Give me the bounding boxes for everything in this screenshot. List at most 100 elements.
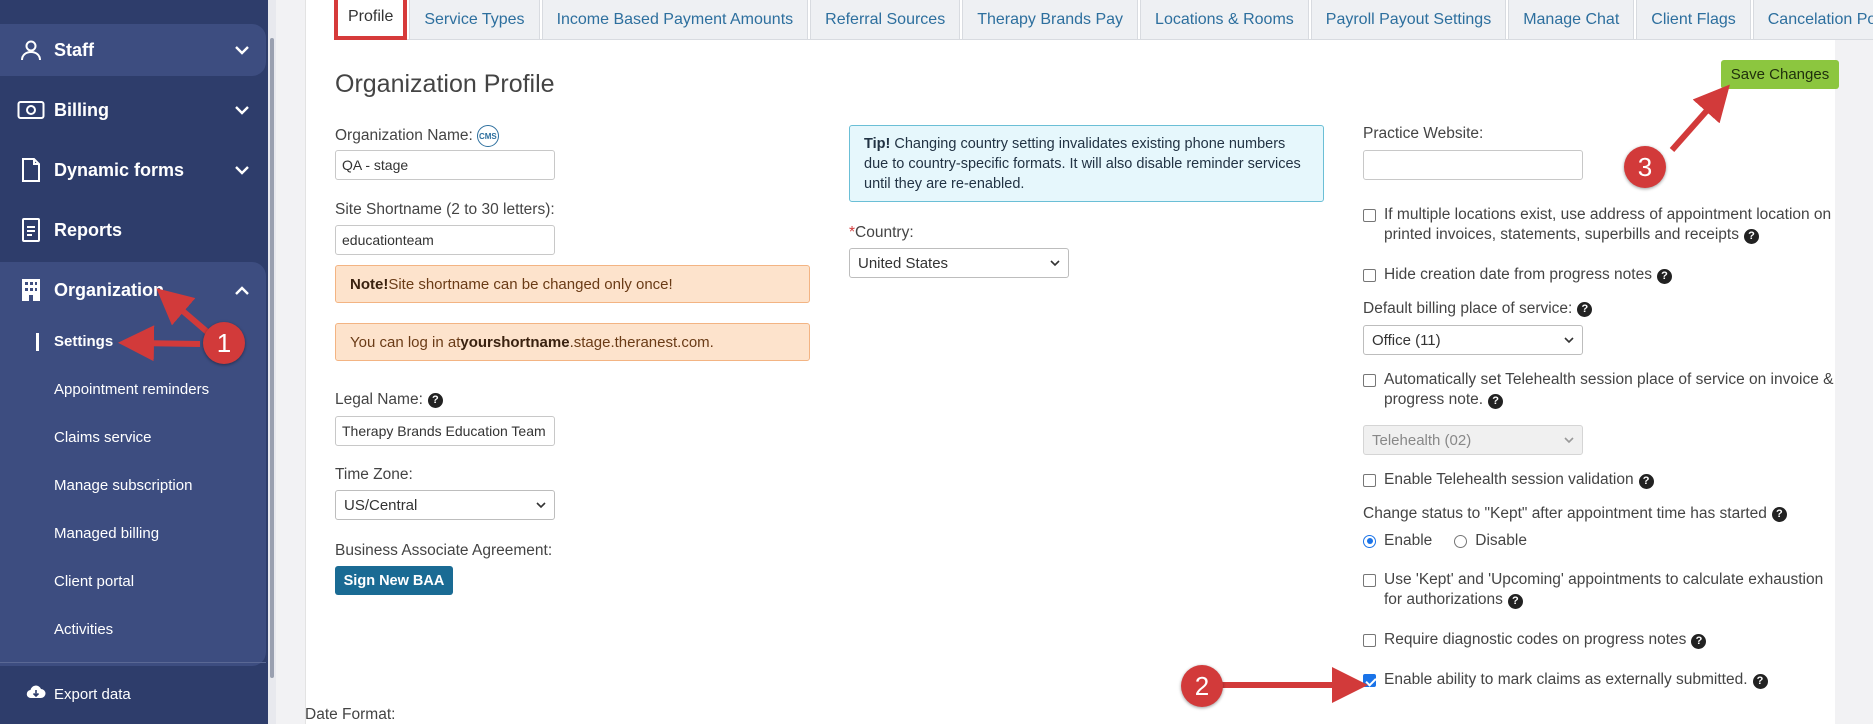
timezone-select[interactable]: US/Central — [335, 490, 555, 520]
tab-cancelation-policy[interactable]: Cancelation Policy — [1752, 0, 1873, 40]
help-icon[interactable]: ? — [1752, 673, 1768, 689]
sign-new-baa-button[interactable]: Sign New BAA — [335, 566, 453, 595]
country-select[interactable]: United States — [849, 248, 1069, 278]
help-icon[interactable]: ? — [1488, 393, 1504, 409]
page-title: Organization Profile — [335, 70, 555, 98]
document-icon — [16, 155, 46, 185]
tip-text: Changing country setting invalidates exi… — [864, 136, 1301, 192]
hide-creation-date-text: Hide creation date from progress notes? — [1384, 265, 1672, 285]
disable-radio[interactable] — [1454, 534, 1468, 548]
shortname-input[interactable]: educationteam — [335, 225, 555, 255]
tab-locations-rooms[interactable]: Locations & Rooms — [1140, 0, 1309, 40]
tab-client-flags[interactable]: Client Flags — [1636, 0, 1751, 40]
sidebar-item-organization[interactable]: Organization — [0, 264, 266, 316]
chevron-down-icon — [232, 100, 252, 120]
require-diag-label: Require diagnostic codes on progress not… — [1384, 631, 1687, 648]
multiple-locations-text: If multiple locations exist, use address… — [1384, 205, 1843, 245]
org-name-input[interactable]: QA - stage — [335, 150, 555, 180]
telehealth-validation-checkbox[interactable] — [1363, 474, 1376, 487]
hide-creation-date-checkbox[interactable] — [1363, 269, 1376, 282]
sidebar-item-billing[interactable]: Billing — [0, 84, 266, 136]
tab-referral-sources[interactable]: Referral Sources — [810, 0, 961, 40]
telehealth-validation-option[interactable]: Enable Telehealth session validation? — [1363, 470, 1843, 490]
save-changes-button[interactable]: Save Changes — [1721, 60, 1839, 89]
tab-manage-chat[interactable]: Manage Chat — [1508, 0, 1635, 40]
date-format-label: Date Format: — [305, 706, 396, 723]
sidebar-subitem-claims-service[interactable]: Claims service — [54, 429, 152, 446]
baa-label: Business Associate Agreement: — [335, 542, 553, 559]
legal-name-label-text: Legal Name: — [335, 391, 423, 408]
country-label: * Country: — [849, 224, 914, 242]
mark-claims-option[interactable]: Enable ability to mark claims as externa… — [1363, 670, 1843, 690]
kept-upcoming-checkbox[interactable] — [1363, 574, 1376, 587]
telehealth-pos-checkbox[interactable] — [1363, 374, 1376, 387]
disable-radio-label[interactable]: Disable — [1475, 532, 1527, 550]
sidebar-subitem-activities[interactable]: Activities — [54, 621, 113, 638]
enable-radio-label[interactable]: Enable — [1384, 532, 1432, 550]
website-label: Practice Website: — [1363, 125, 1484, 142]
multiple-locations-checkbox[interactable] — [1363, 209, 1376, 222]
tab-payroll-payout-settings[interactable]: Payroll Payout Settings — [1310, 0, 1507, 40]
sidebar-subitem-client-portal[interactable]: Client portal — [54, 573, 134, 590]
mark-claims-checkbox[interactable] — [1363, 674, 1376, 687]
org-name-label: Organization Name: CMS — [335, 125, 499, 147]
telehealth-pos-text: Automatically set Telehealth session pla… — [1384, 370, 1843, 410]
kept-status-label: Change status to "Kept" after appointmen… — [1363, 505, 1787, 523]
chevron-down-icon — [1564, 437, 1574, 444]
sidebar-subitem-manage-subscription[interactable]: Manage subscription — [54, 477, 192, 494]
sidebar: Staff Billing Dynamic forms Reports Orga… — [0, 0, 276, 724]
sidebar-subitem-appointment-reminders[interactable]: Appointment reminders — [54, 381, 209, 398]
note-bold: Note! — [350, 275, 389, 293]
telehealth-pos-option[interactable]: Automatically set Telehealth session pla… — [1363, 370, 1843, 410]
cms-icon[interactable]: CMS — [476, 125, 499, 147]
pos-select[interactable]: Office (11) — [1363, 325, 1583, 355]
multiple-locations-option[interactable]: If multiple locations exist, use address… — [1363, 205, 1843, 245]
help-icon[interactable]: ? — [1771, 506, 1787, 522]
help-icon[interactable]: ? — [1656, 268, 1672, 284]
kept-upcoming-option[interactable]: Use 'Kept' and 'Upcoming' appointments t… — [1363, 570, 1843, 610]
login-bold: yourshortname — [460, 333, 570, 351]
help-icon[interactable]: ? — [1691, 633, 1707, 649]
tab-therapy-brands-pay[interactable]: Therapy Brands Pay — [962, 0, 1139, 40]
kept-status-label-text: Change status to "Kept" after appointmen… — [1363, 505, 1767, 522]
mark-claims-label: Enable ability to mark claims as externa… — [1384, 671, 1748, 688]
mark-claims-text: Enable ability to mark claims as externa… — [1384, 670, 1768, 690]
timezone-label: Time Zone: — [335, 466, 413, 483]
tab-income-based-payment-amounts[interactable]: Income Based Payment Amounts — [541, 0, 809, 40]
help-icon[interactable]: ? — [1638, 473, 1654, 489]
staff-icon — [16, 35, 46, 65]
annotation-badge-2: 2 — [1181, 665, 1223, 707]
login-url-alert: You can log in at yourshortname .stage.th… — [335, 323, 810, 361]
sidebar-item-label: Dynamic forms — [54, 159, 185, 180]
require-diag-option[interactable]: Require diagnostic codes on progress not… — [1363, 630, 1843, 650]
hide-creation-date-label: Hide creation date from progress notes — [1384, 266, 1652, 283]
tab-service-types[interactable]: Service Types — [409, 0, 540, 40]
country-value: United States — [858, 254, 949, 272]
pos-label: Default billing place of service: ? — [1363, 300, 1593, 318]
website-input[interactable] — [1363, 150, 1583, 180]
legal-name-input[interactable]: Therapy Brands Education Team — [335, 416, 555, 446]
help-icon[interactable]: ? — [427, 392, 443, 408]
sidebar-scrollbar-thumb[interactable] — [270, 38, 274, 678]
tab-profile[interactable]: Profile — [334, 0, 408, 40]
export-data-link[interactable]: Export data — [26, 684, 131, 704]
content-panel — [305, 0, 1835, 724]
login-post: .stage.theranest.com. — [569, 333, 714, 351]
telehealth-validation-text: Enable Telehealth session validation? — [1384, 470, 1654, 490]
help-icon[interactable]: ? — [1743, 228, 1759, 244]
kept-status-radios: Enable Disable — [1363, 532, 1527, 550]
hide-creation-date-option[interactable]: Hide creation date from progress notes? — [1363, 265, 1843, 285]
enable-radio[interactable] — [1363, 534, 1376, 548]
sidebar-subitem-settings[interactable]: Settings — [54, 333, 113, 350]
require-diag-text: Require diagnostic codes on progress not… — [1384, 630, 1707, 650]
sidebar-item-label: Organization — [54, 279, 165, 300]
sidebar-item-dynamic-forms[interactable]: Dynamic forms — [0, 144, 266, 196]
help-icon[interactable]: ? — [1577, 301, 1593, 317]
sidebar-item-staff[interactable]: Staff — [0, 24, 266, 76]
building-icon — [16, 275, 46, 305]
help-icon[interactable]: ? — [1507, 593, 1523, 609]
annotation-badge-1: 1 — [203, 322, 245, 364]
require-diag-checkbox[interactable] — [1363, 634, 1376, 647]
sidebar-item-reports[interactable]: Reports — [0, 204, 266, 256]
sidebar-subitem-managed-billing[interactable]: Managed billing — [54, 525, 159, 542]
